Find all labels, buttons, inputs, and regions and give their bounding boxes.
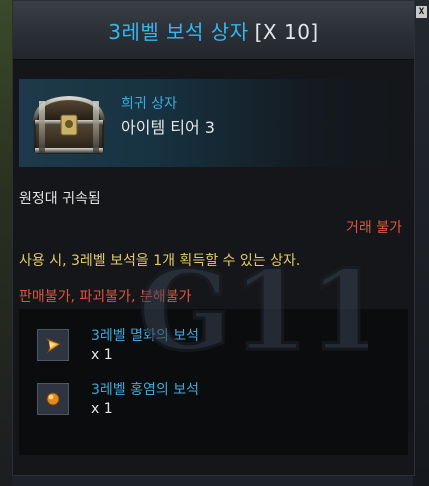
stack-count: [X 10] xyxy=(254,20,319,44)
box-contents: 3레벨 멸화의 보석 x 1 3레벨 홍염의 보석 x 1 xyxy=(19,309,408,455)
item-rarity: 희귀 상자 xyxy=(121,96,177,112)
content-item-name: 3레벨 홍염의 보석 xyxy=(91,382,199,398)
item-tier: 아이템 티어 3 xyxy=(121,118,215,137)
background-left xyxy=(0,0,12,486)
flame-gem-icon xyxy=(37,329,69,361)
list-item[interactable]: 3레벨 멸화의 보석 x 1 xyxy=(31,321,391,365)
item-restrictions: 판매불가, 파괴불가, 분해불가 xyxy=(19,289,192,305)
content-item-qty: x 1 xyxy=(91,347,113,363)
item-title: 3레벨 보석 상자 [X 10] xyxy=(13,16,414,45)
item-name: 3레벨 보석 상자 xyxy=(108,20,249,44)
background-right xyxy=(413,0,429,486)
trade-status: 거래 불가 xyxy=(346,220,402,236)
treasure-chest-icon xyxy=(33,95,105,154)
crimson-gem-icon xyxy=(37,383,69,415)
item-description: 사용 시, 3레벨 보석을 1개 획득할 수 있는 상자. xyxy=(19,253,301,269)
content-item-name: 3레벨 멸화의 보석 xyxy=(91,328,199,344)
tooltip-title-bar: 3레벨 보석 상자 [X 10] xyxy=(13,1,414,60)
list-item[interactable]: 3레벨 홍염의 보석 x 1 xyxy=(31,375,391,419)
content-item-qty: x 1 xyxy=(91,401,113,417)
item-tooltip: 3레벨 보석 상자 [X 10] 희귀 상자 아이템 티어 3 원정대 귀속됨 거… xyxy=(12,0,415,476)
binding-status: 원정대 귀속됨 xyxy=(19,191,101,207)
corner-badge-icon: X xyxy=(416,6,427,18)
